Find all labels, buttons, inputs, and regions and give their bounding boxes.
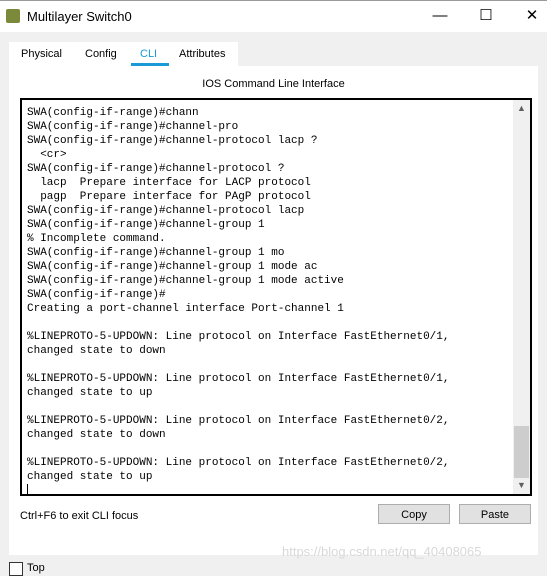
scroll-up-icon[interactable]: ▲	[513, 100, 530, 117]
minimize-button[interactable]: —	[425, 5, 455, 27]
top-checkbox[interactable]	[9, 562, 23, 576]
terminal-line: SWA(config-if-range)#channel-pro	[27, 121, 239, 133]
terminal-line: %LINEPROTO-5-UPDOWN: Line protocol on In…	[27, 457, 450, 469]
terminal-line: %LINEPROTO-5-UPDOWN: Line protocol on In…	[27, 373, 450, 385]
terminal-prompt-line[interactable]	[27, 484, 449, 494]
terminal-line: <cr>	[27, 149, 67, 161]
terminal-line: SWA(config-if-range)#channel-group 1 mo	[27, 247, 285, 259]
scroll-down-icon[interactable]: ▼	[513, 477, 530, 494]
terminal-line: SWA(config-if-range)#channel-protocol la…	[27, 205, 305, 217]
maximize-button[interactable]: ☐	[471, 5, 501, 27]
scrollbar[interactable]: ▲ ▼	[513, 100, 530, 494]
top-checkbox-label: Top	[27, 562, 45, 574]
watermark: https://blog.csdn.net/qq_40408065	[282, 544, 482, 559]
terminal-line: pagp Prepare interface for PAgP protocol	[27, 191, 311, 203]
terminal-line: changed state to down	[27, 429, 166, 441]
terminal-line: changed state to down	[27, 345, 166, 357]
terminal-output: SWA(config-if-range)#chann SWA(config-if-…	[27, 106, 450, 494]
switch-icon	[6, 9, 20, 23]
terminal-line: %LINEPROTO-5-UPDOWN: Line protocol on In…	[27, 415, 450, 427]
terminal-line: changed state to up	[27, 471, 153, 483]
terminal-line: lacp Prepare interface for LACP protocol	[27, 177, 311, 189]
tab-bar: Physical Config CLI Attributes	[9, 42, 238, 66]
tab-attributes[interactable]: Attributes	[179, 48, 225, 60]
title-bar: Multilayer Switch0 — ☐ ✕	[0, 0, 547, 32]
terminal-line: SWA(config-if-range)#channel-protocol la…	[27, 135, 318, 147]
cli-heading: IOS Command Line Interface	[202, 78, 345, 90]
terminal-line: %LINEPROTO-5-UPDOWN: Line protocol on In…	[27, 331, 450, 343]
close-button[interactable]: ✕	[517, 5, 547, 27]
terminal-line: Creating a port-channel interface Port-c…	[27, 303, 344, 315]
terminal-line: SWA(config-if-range)#	[27, 289, 166, 301]
terminal-line: SWA(config-if-range)#channel-protocol ?	[27, 163, 285, 175]
cli-focus-hint: Ctrl+F6 to exit CLI focus	[20, 510, 139, 522]
text-cursor	[27, 484, 28, 494]
terminal-line: changed state to up	[27, 387, 153, 399]
terminal-line: % Incomplete command.	[27, 233, 166, 245]
paste-button[interactable]: Paste	[459, 504, 531, 524]
window-title: Multilayer Switch0	[27, 9, 132, 24]
terminal-line: SWA(config-if-range)#channel-group 1 mod…	[27, 275, 344, 287]
cli-terminal[interactable]: SWA(config-if-range)#chann SWA(config-if-…	[20, 98, 532, 496]
scroll-thumb[interactable]	[514, 426, 529, 478]
tab-physical[interactable]: Physical	[21, 48, 62, 60]
tab-cli[interactable]: CLI	[140, 48, 157, 60]
terminal-line: SWA(config-if-range)#channel-group 1	[27, 219, 265, 231]
cli-panel: IOS Command Line Interface SWA(config-if…	[9, 66, 538, 555]
terminal-line: SWA(config-if-range)#chann	[27, 107, 199, 119]
terminal-line: SWA(config-if-range)#channel-group 1 mod…	[27, 261, 318, 273]
copy-button[interactable]: Copy	[378, 504, 450, 524]
tab-config[interactable]: Config	[85, 48, 117, 60]
